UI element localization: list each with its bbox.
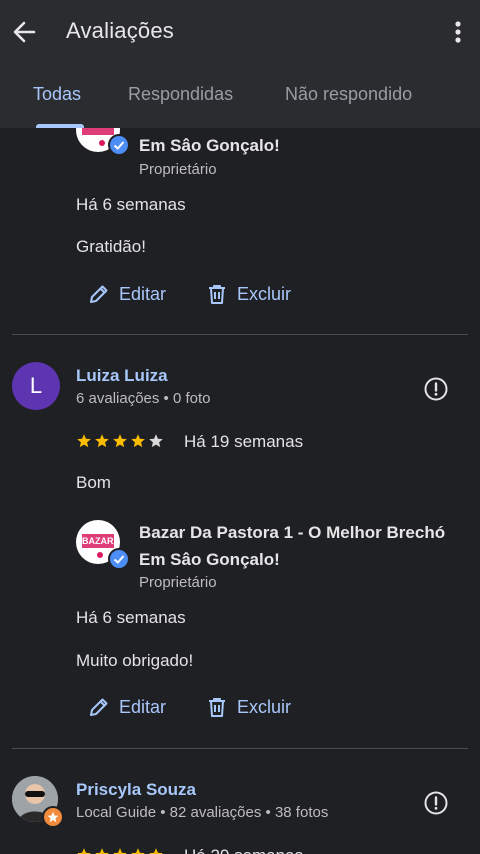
review-time: Há 19 semanas bbox=[184, 432, 304, 451]
owner-name: Em Sâo Gonçalo! bbox=[139, 136, 280, 155]
owner-role: Proprietário bbox=[139, 161, 217, 178]
edit-reply-button[interactable]: Editar bbox=[88, 283, 166, 305]
reviews-list[interactable]: Em Sâo Gonçalo! Proprietário Há 6 semana… bbox=[0, 128, 480, 854]
delete-reply-button[interactable]: Excluir bbox=[206, 283, 291, 305]
delete-label: Excluir bbox=[237, 283, 292, 304]
trash-icon bbox=[209, 698, 225, 717]
reviewer-name[interactable]: Priscyla Souza bbox=[76, 780, 196, 800]
reply-time: Há 6 semanas bbox=[76, 195, 186, 214]
divider bbox=[12, 334, 468, 335]
rating-stars bbox=[76, 433, 164, 449]
logo-text: BAZAR bbox=[82, 536, 114, 546]
tab-nao-respondido[interactable]: Não respondido bbox=[285, 84, 412, 105]
pencil-icon bbox=[90, 698, 108, 716]
star-icon bbox=[131, 848, 145, 854]
star-icon bbox=[77, 434, 91, 448]
star-icon bbox=[149, 848, 163, 854]
owner-name: Bazar Da Pastora 1 - O Melhor Brechó bbox=[139, 523, 446, 542]
verified-badge-icon bbox=[108, 134, 130, 156]
owner-name-line2: Em Sâo Gonçalo! bbox=[139, 550, 280, 569]
edit-reply-button[interactable]: Editar bbox=[88, 696, 166, 718]
back-arrow-icon[interactable] bbox=[8, 14, 40, 50]
star-icon bbox=[95, 434, 109, 448]
delete-label: Excluir bbox=[237, 696, 292, 717]
verified-badge-icon bbox=[108, 548, 130, 570]
review-text: Bom bbox=[76, 473, 111, 492]
star-icon bbox=[149, 434, 163, 448]
edit-label: Editar bbox=[119, 283, 167, 304]
report-icon[interactable] bbox=[424, 377, 448, 401]
rating-stars bbox=[76, 847, 164, 854]
reply-text: Gratidão! bbox=[76, 237, 146, 256]
star-icon bbox=[113, 434, 127, 448]
delete-reply-button[interactable]: Excluir bbox=[206, 696, 291, 718]
reply-time: Há 6 semanas bbox=[76, 608, 186, 627]
divider bbox=[12, 748, 468, 749]
tab-todas[interactable]: Todas bbox=[33, 84, 81, 105]
star-icon bbox=[131, 434, 145, 448]
reply-text: Muito obrigado! bbox=[76, 651, 194, 670]
local-guide-badge-icon bbox=[42, 806, 64, 828]
star-icon bbox=[77, 848, 91, 854]
star-icon bbox=[95, 848, 109, 854]
tab-respondidas[interactable]: Respondidas bbox=[128, 84, 233, 105]
review-time: Há 20 semanas bbox=[184, 846, 303, 854]
star-icon bbox=[113, 848, 127, 854]
more-options-icon[interactable] bbox=[446, 16, 470, 48]
reviewer-meta: 6 avaliações • 0 foto bbox=[76, 390, 211, 407]
avatar[interactable]: L bbox=[12, 362, 60, 410]
page-title: Avaliações bbox=[66, 18, 174, 43]
report-icon[interactable] bbox=[424, 791, 448, 815]
reviewer-meta: Local Guide • 82 avaliações • 38 fotos bbox=[76, 804, 329, 821]
pencil-icon bbox=[90, 285, 108, 303]
owner-role: Proprietário bbox=[139, 574, 217, 591]
app-bar: Avaliações Todas Respondidas Não respond… bbox=[0, 0, 480, 128]
edit-label: Editar bbox=[119, 696, 167, 717]
trash-icon bbox=[209, 285, 225, 304]
reviewer-name[interactable]: Luiza Luiza bbox=[76, 366, 168, 386]
